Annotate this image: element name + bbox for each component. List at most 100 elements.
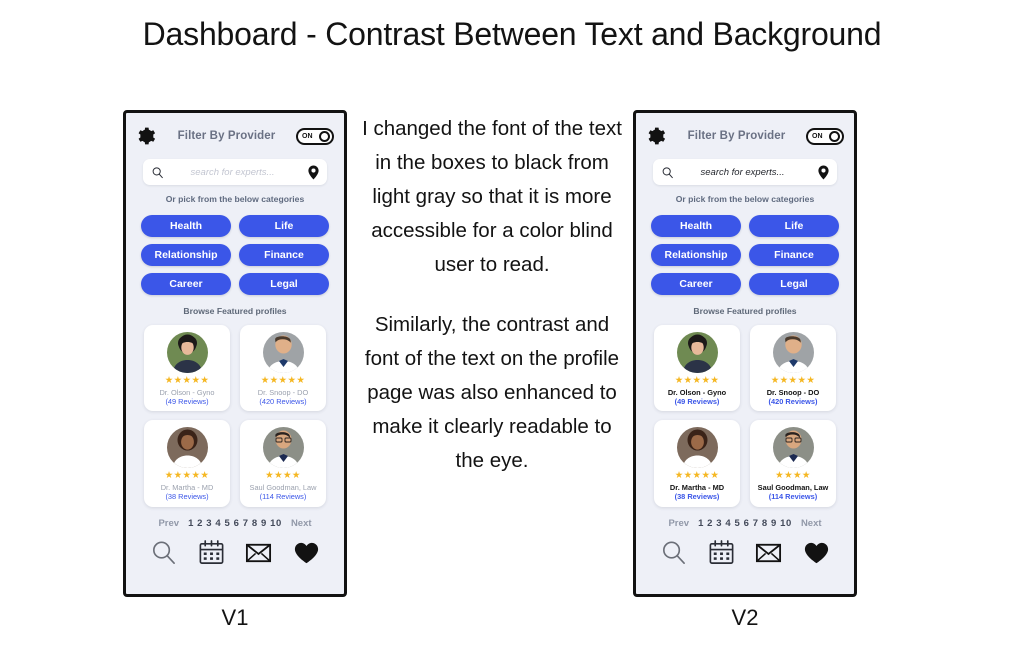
filter-by-provider-label: Filter By Provider (687, 130, 786, 142)
profile-card[interactable]: ★★★★★ Dr. Olson - Gyno (49 Reviews) (144, 325, 230, 412)
note-paragraph-1: I changed the font of the text in the bo… (362, 117, 622, 276)
search-input[interactable]: search for experts... (164, 167, 305, 178)
provider-toggle[interactable]: ON (806, 127, 844, 145)
annotation-notes: I changed the font of the text in the bo… (358, 112, 626, 478)
category-button-career[interactable]: Career (651, 273, 741, 295)
heart-icon[interactable] (292, 538, 321, 567)
search-input[interactable]: search for experts... (674, 167, 815, 178)
profile-reviews: (420 Reviews) (259, 397, 307, 407)
category-button-finance[interactable]: Finance (239, 244, 329, 266)
phone-mockup-v2: Filter By Provider ON search for experts… (633, 110, 857, 597)
pagination-next[interactable]: Next (291, 518, 312, 529)
phone-header: Filter By Provider ON (636, 113, 854, 159)
category-buttons: Health Life Relationship Finance Career … (636, 204, 854, 295)
profile-name: Dr. Snoop - DO (257, 387, 309, 397)
profile-card-grid: ★★★★★ Dr. Olson - Gyno (49 Reviews) ★★★★… (636, 316, 854, 507)
profile-card-grid: ★★★★★ Dr. Olson - Gyno (49 Reviews) ★★★★… (126, 316, 344, 507)
search-bar[interactable]: search for experts... (143, 159, 327, 185)
search-icon[interactable] (149, 538, 178, 567)
bottom-nav (636, 529, 854, 567)
profile-reviews: (420 Reviews) (768, 397, 818, 407)
profile-card[interactable]: ★★★★★ Dr. Snoop - DO (420 Reviews) (240, 325, 326, 412)
search-section: search for experts... (126, 159, 344, 185)
profile-name: Dr. Olson - Gyno (667, 387, 727, 397)
rating-stars: ★★★★★ (770, 375, 816, 386)
profile-reviews: (38 Reviews) (165, 492, 209, 502)
category-button-life[interactable]: Life (239, 215, 329, 237)
pagination-prev[interactable]: Prev (668, 518, 689, 529)
search-icon (661, 166, 674, 179)
categories-subhead: Or pick from the below categories (675, 194, 815, 204)
note-paragraph-2: Similarly, the contrast and font of the … (364, 313, 620, 472)
profile-reviews: (49 Reviews) (674, 397, 720, 407)
profile-card[interactable]: ★★★★ Saul Goodman, Law (114 Reviews) (750, 420, 836, 507)
profile-name: Saul Goodman, Law (249, 482, 317, 492)
profile-name: Dr. Martha - MD (160, 482, 214, 492)
search-bar[interactable]: search for experts... (653, 159, 837, 185)
envelope-icon[interactable] (244, 538, 273, 567)
profile-name: Dr. Martha - MD (669, 482, 725, 492)
categories-subhead: Or pick from the below categories (165, 194, 305, 204)
location-pin-icon[interactable] (815, 164, 832, 181)
provider-toggle[interactable]: ON (296, 127, 334, 145)
profile-reviews: (38 Reviews) (674, 492, 720, 502)
category-button-career[interactable]: Career (141, 273, 231, 295)
page-title: Dashboard - Contrast Between Text and Ba… (142, 16, 882, 52)
profile-name: Saul Goodman, Law (757, 482, 829, 492)
avatar (772, 427, 814, 469)
profile-card[interactable]: ★★★★ Saul Goodman, Law (114 Reviews) (240, 420, 326, 507)
category-button-finance[interactable]: Finance (749, 244, 839, 266)
profile-reviews: (49 Reviews) (165, 397, 209, 407)
search-section: search for experts... (636, 159, 854, 185)
rating-stars: ★★★★★ (164, 470, 210, 482)
pagination-numbers[interactable]: 1 2 3 4 5 6 7 8 9 10 (698, 518, 792, 529)
profile-card[interactable]: ★★★★★ Dr. Olson - Gyno (49 Reviews) (654, 325, 740, 412)
profile-reviews: (114 Reviews) (768, 492, 818, 502)
pagination-prev[interactable]: Prev (158, 518, 179, 529)
caption-v2: V2 (731, 605, 759, 630)
category-button-legal[interactable]: Legal (749, 273, 839, 295)
phone-header: Filter By Provider ON (126, 113, 344, 159)
category-buttons: Health Life Relationship Finance Career … (126, 204, 344, 295)
category-button-relationship[interactable]: Relationship (141, 244, 231, 266)
avatar (262, 427, 304, 469)
category-button-life[interactable]: Life (749, 215, 839, 237)
pagination-numbers[interactable]: 1 2 3 4 5 6 7 8 9 10 (188, 518, 282, 529)
avatar (166, 427, 208, 469)
gear-icon[interactable] (645, 125, 667, 147)
profile-card[interactable]: ★★★★★ Dr. Snoop - DO (420 Reviews) (750, 325, 836, 412)
toggle-knob (829, 130, 840, 142)
rating-stars: ★★★★ (775, 470, 811, 482)
calendar-icon[interactable] (197, 538, 226, 567)
avatar (262, 332, 304, 373)
heart-icon[interactable] (802, 538, 831, 567)
avatar (166, 332, 208, 373)
profile-name: Dr. Olson - Gyno (159, 387, 215, 397)
category-button-health[interactable]: Health (651, 215, 741, 237)
gear-icon[interactable] (135, 125, 157, 147)
category-button-health[interactable]: Health (141, 215, 231, 237)
toggle-state-label: ON (302, 132, 313, 140)
search-icon[interactable] (659, 538, 688, 567)
category-button-legal[interactable]: Legal (239, 273, 329, 295)
browse-featured-label: Browse Featured profiles (693, 306, 797, 316)
toggle-state-label: ON (812, 132, 823, 140)
category-button-relationship[interactable]: Relationship (651, 244, 741, 266)
phone-mockup-v1: Filter By Provider ON search for experts… (123, 110, 347, 597)
rating-stars: ★★★★ (265, 470, 301, 482)
location-pin-icon[interactable] (305, 164, 322, 181)
browse-featured-label: Browse Featured profiles (183, 306, 287, 316)
envelope-icon[interactable] (754, 538, 783, 567)
bottom-nav (126, 529, 344, 567)
pagination-next[interactable]: Next (801, 518, 822, 529)
pagination: Prev 1 2 3 4 5 6 7 8 9 10 Next (636, 518, 854, 529)
rating-stars: ★★★★★ (674, 470, 720, 482)
calendar-icon[interactable] (707, 538, 736, 567)
toggle-knob (319, 130, 330, 142)
profile-name: Dr. Snoop - DO (766, 387, 820, 397)
profile-card[interactable]: ★★★★★ Dr. Martha - MD (38 Reviews) (654, 420, 740, 507)
search-icon (151, 166, 164, 179)
profile-card[interactable]: ★★★★★ Dr. Martha - MD (38 Reviews) (144, 420, 230, 507)
avatar (676, 332, 718, 373)
profile-reviews: (114 Reviews) (259, 492, 307, 502)
